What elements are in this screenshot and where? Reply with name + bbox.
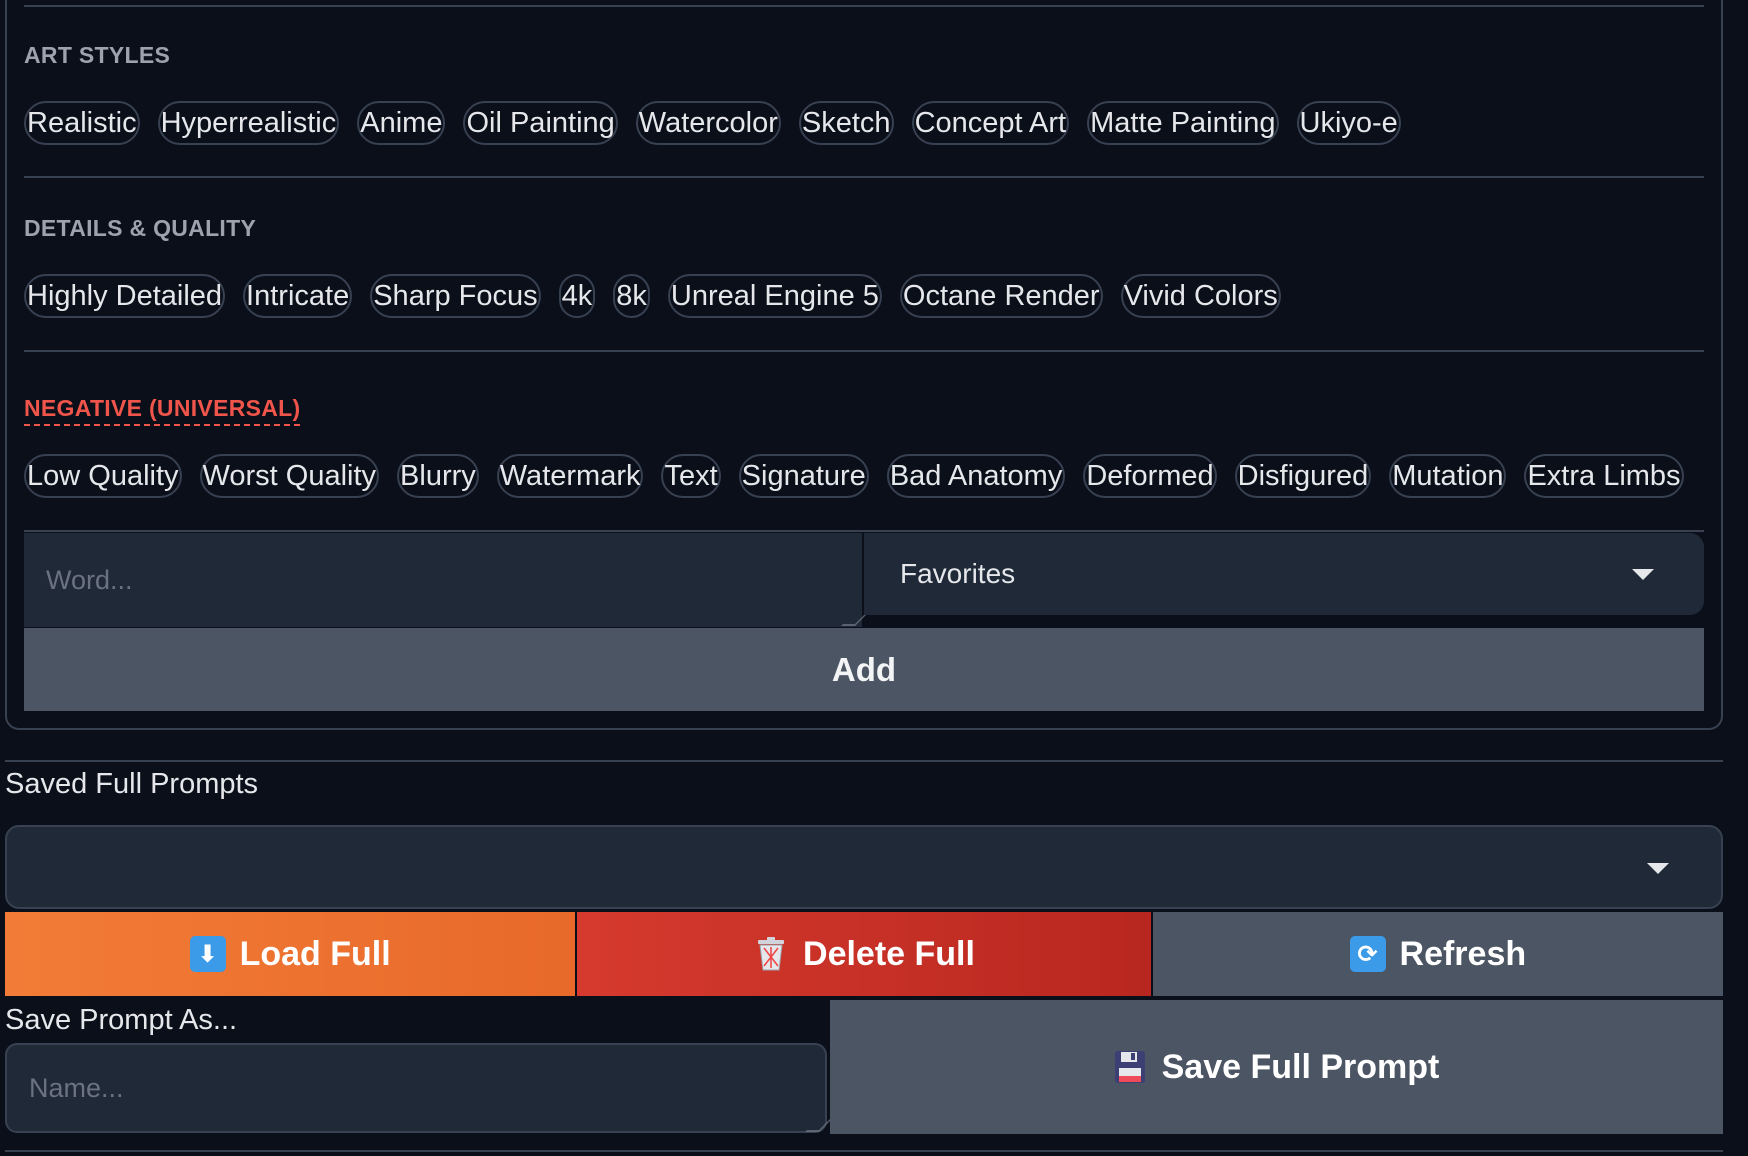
prompt-name-input[interactable] <box>5 1043 827 1133</box>
tag-chip[interactable]: Unreal Engine 5 <box>667 274 882 318</box>
tag-chip[interactable]: Ukiyo-e <box>1296 101 1401 145</box>
tag-chip[interactable]: Text <box>661 454 721 498</box>
tag-chip[interactable]: Highly Detailed <box>24 274 226 318</box>
tag-chip[interactable]: Hyperrealistic <box>157 101 340 145</box>
chevron-down-icon <box>1632 569 1654 580</box>
prompt-builder-page: ART STYLES Realistic Hyperrealistic Anime O… <box>0 0 1748 1156</box>
tag-chip[interactable]: 4k <box>558 274 596 318</box>
tag-chip[interactable]: Oil Painting <box>463 101 618 145</box>
load-full-label: Load Full <box>239 934 391 973</box>
section-title-details-quality: DETAILS & QUALITY <box>24 215 257 241</box>
tag-chip[interactable]: Vivid Colors <box>1120 274 1281 318</box>
section-title-negative: NEGATIVE (UNIVERSAL) <box>24 395 301 426</box>
add-button[interactable]: Add <box>24 628 1704 711</box>
save-full-prompt-label: Save Full Prompt <box>1161 1047 1440 1086</box>
delete-full-button[interactable]: Delete Full <box>577 912 1151 996</box>
refresh-button[interactable]: ⟳ Refresh <box>1152 912 1723 996</box>
tag-chip[interactable]: Deformed <box>1083 454 1217 498</box>
section-title-art-styles: ART STYLES <box>24 42 171 68</box>
down-arrow-icon: ⬇ <box>189 936 226 972</box>
refresh-label: Refresh <box>1399 934 1527 973</box>
tag-chip[interactable]: Low Quality <box>24 454 182 498</box>
tag-chip[interactable]: Intricate <box>243 274 353 318</box>
tag-chip[interactable]: Blurry <box>397 454 479 498</box>
divider-details-quality <box>24 350 1704 352</box>
tag-chip[interactable]: Sketch <box>798 101 894 145</box>
saved-prompt-actions: ⬇ Load Full Delete Full ⟳ Refresh <box>5 912 1723 996</box>
chip-row-negative: Low Quality Worst Quality Blurry Watermark T… <box>24 454 1684 498</box>
tag-chip[interactable]: Matte Painting <box>1087 101 1279 145</box>
divider-top <box>24 5 1704 7</box>
tag-chip[interactable]: Watermark <box>496 454 644 498</box>
bottom-divider <box>5 1150 1723 1152</box>
tag-chip[interactable]: Worst Quality <box>199 454 380 498</box>
favorites-selected: Favorites <box>900 558 1016 589</box>
tag-chip[interactable]: Realistic <box>24 101 140 145</box>
tag-chip[interactable]: Watercolor <box>635 101 781 145</box>
tag-chip[interactable]: Bad Anatomy <box>886 454 1066 498</box>
chip-row-details-quality: Highly Detailed Intricate Sharp Focus 4k 8k U… <box>24 274 1281 318</box>
chip-row-art-styles: Realistic Hyperrealistic Anime Oil Painting… <box>24 101 1401 145</box>
word-input[interactable] <box>24 533 862 627</box>
tag-chip[interactable]: Anime <box>357 101 446 145</box>
saved-prompts-dropdown[interactable] <box>5 825 1723 909</box>
trash-icon <box>753 936 789 972</box>
floppy-disk-icon <box>1114 1050 1146 1084</box>
tag-chip[interactable]: Concept Art <box>911 101 1070 145</box>
tag-chip[interactable]: Mutation <box>1389 454 1507 498</box>
save-prompt-as-label: Save Prompt As... <box>5 1004 238 1036</box>
save-full-prompt-button[interactable]: Save Full Prompt <box>830 1000 1723 1134</box>
divider-saved <box>5 760 1723 762</box>
chevron-down-icon <box>1647 863 1669 874</box>
divider-negative <box>24 530 1704 532</box>
favorites-dropdown[interactable]: Favorites <box>864 533 1704 615</box>
divider-art-styles <box>24 176 1704 178</box>
tag-chip[interactable]: Octane Render <box>899 274 1103 318</box>
tag-chip[interactable]: 8k <box>613 274 650 318</box>
tag-chip[interactable]: Extra Limbs <box>1524 454 1684 498</box>
delete-full-label: Delete Full <box>803 934 975 973</box>
refresh-icon: ⟳ <box>1349 936 1386 972</box>
tag-chip[interactable]: Disfigured <box>1234 454 1372 498</box>
tag-chip[interactable]: Sharp Focus <box>370 274 541 318</box>
load-full-button[interactable]: ⬇ Load Full <box>5 912 576 996</box>
saved-prompts-label: Saved Full Prompts <box>5 768 259 800</box>
tag-chip[interactable]: Signature <box>738 454 869 498</box>
